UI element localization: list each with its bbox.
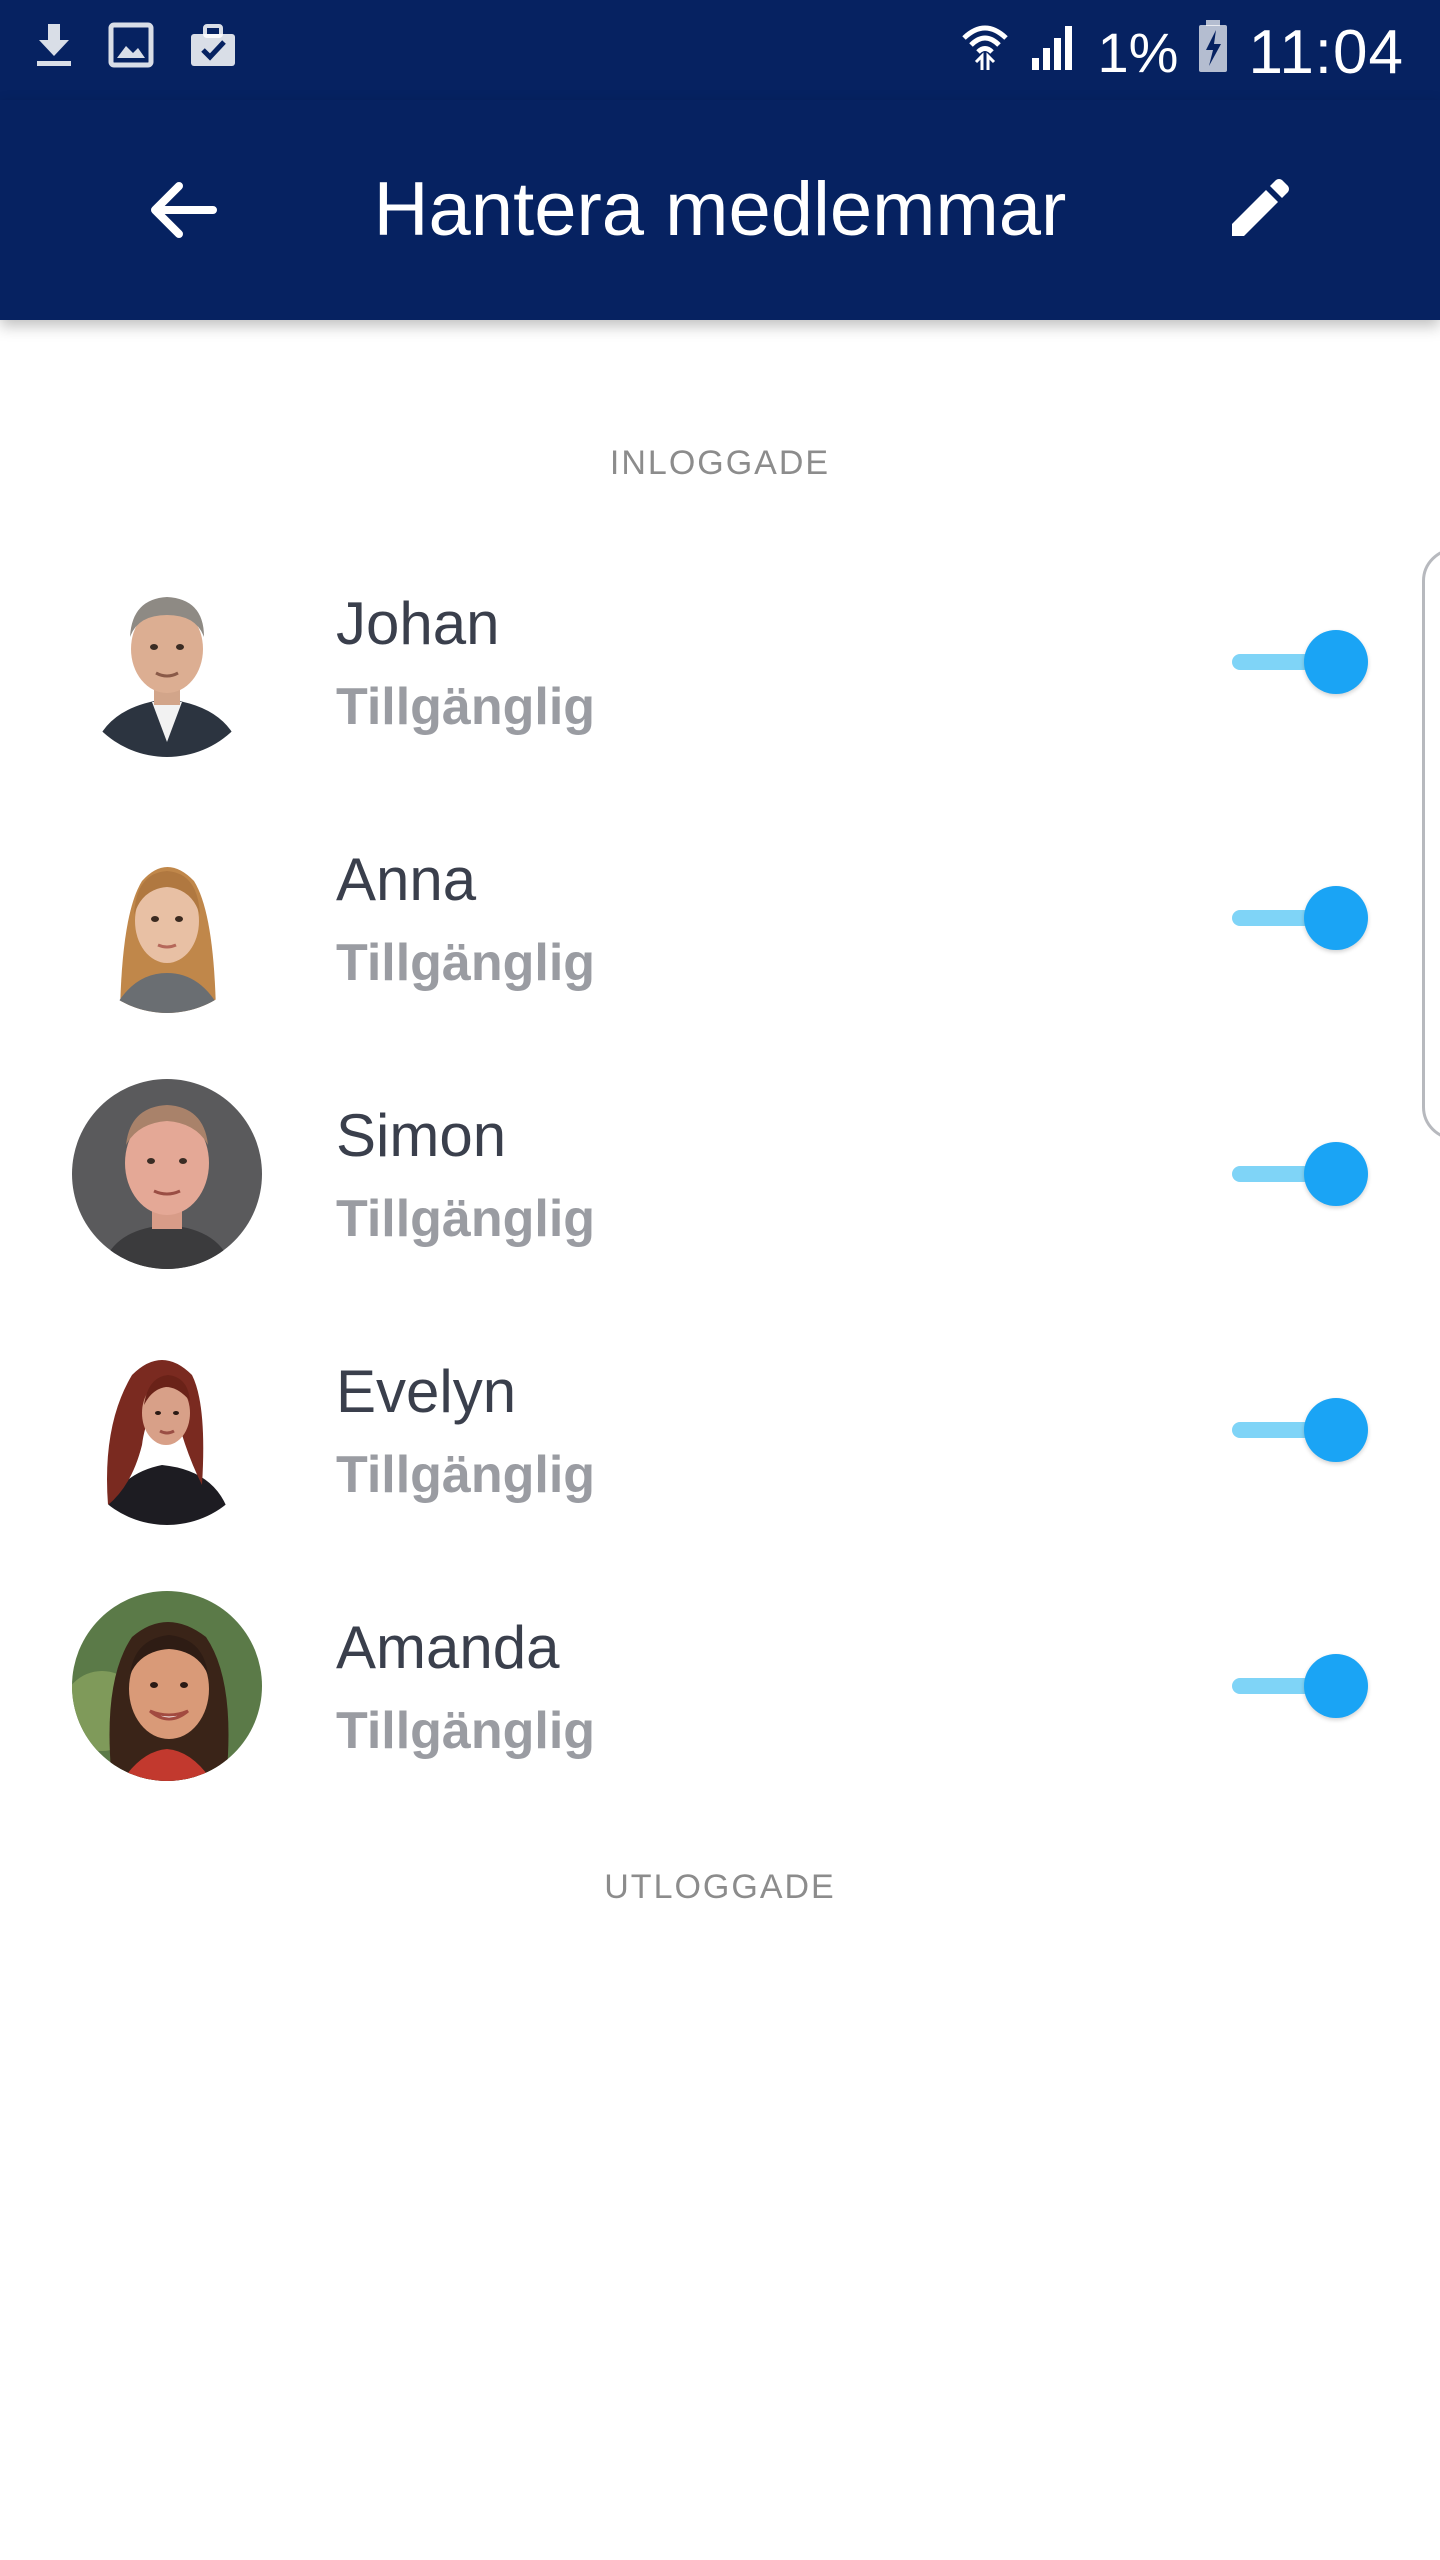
- member-status: Tillgänglig: [336, 1702, 596, 1760]
- toggle-knob: [1304, 1398, 1368, 1462]
- member-status: Tillgänglig: [336, 678, 596, 736]
- member-name: Simon: [336, 1102, 507, 1169]
- member-row[interactable]: Simon Tillgänglig: [0, 1046, 1440, 1302]
- avatar: [72, 1335, 262, 1525]
- avatar: [72, 567, 262, 757]
- toggle-knob: [1304, 630, 1368, 694]
- availability-toggle[interactable]: [1230, 1654, 1370, 1718]
- member-status: Tillgänglig: [336, 1446, 596, 1504]
- avatar: [72, 1079, 262, 1269]
- app-bar: Hantera medlemmar: [0, 100, 1440, 320]
- battery-percent: 1%: [1097, 20, 1179, 84]
- member-row[interactable]: Johan Tillgänglig: [0, 534, 1440, 790]
- image-icon: [108, 22, 154, 73]
- wifi-icon: [960, 20, 1010, 85]
- member-row[interactable]: Evelyn Tillgänglig: [0, 1302, 1440, 1558]
- availability-toggle[interactable]: [1230, 630, 1370, 694]
- member-name: Anna: [336, 846, 477, 913]
- toggle-knob: [1304, 1654, 1368, 1718]
- section-header-logged-in: INLOGGADE: [609, 444, 831, 482]
- avatar: [72, 823, 262, 1013]
- member-list: Johan Tillgänglig Anna Tillgänglig Simon…: [0, 534, 1440, 1814]
- member-name: Johan: [336, 590, 500, 657]
- download-icon: [34, 22, 74, 73]
- availability-toggle[interactable]: [1230, 1398, 1370, 1462]
- edge-panel-handle[interactable]: [1422, 548, 1440, 1140]
- member-row[interactable]: Amanda Tillgänglig: [0, 1558, 1440, 1814]
- member-row[interactable]: Anna Tillgänglig: [0, 790, 1440, 1046]
- edit-button[interactable]: [1216, 170, 1300, 254]
- member-name: Amanda: [336, 1614, 560, 1681]
- clock: 11:04: [1248, 17, 1404, 87]
- member-status: Tillgänglig: [336, 934, 596, 992]
- toggle-knob: [1304, 886, 1368, 950]
- toggle-knob: [1304, 1142, 1368, 1206]
- status-bar-notifications: [34, 22, 238, 73]
- signal-icon: [1028, 20, 1080, 85]
- status-bar-system: 1% 11:04: [960, 18, 1405, 87]
- avatar: [72, 1591, 262, 1781]
- member-name: Evelyn: [336, 1358, 517, 1425]
- member-status: Tillgänglig: [336, 1190, 596, 1248]
- pencil-icon: [1226, 178, 1290, 247]
- status-bar: 1% 11:04: [0, 0, 1440, 100]
- section-header-logged-out: UTLOGGADE: [604, 1868, 836, 1906]
- availability-toggle[interactable]: [1230, 886, 1370, 950]
- battery-charging-icon: [1196, 18, 1230, 87]
- availability-toggle[interactable]: [1230, 1142, 1370, 1206]
- briefcase-check-icon: [188, 22, 238, 73]
